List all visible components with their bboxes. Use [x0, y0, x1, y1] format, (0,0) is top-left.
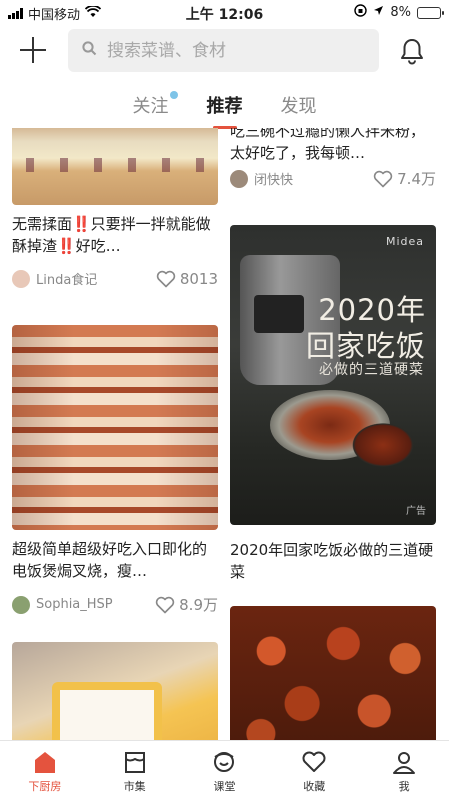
search-input[interactable] — [107, 40, 357, 61]
notification-dot — [169, 91, 178, 99]
nav-class-label: 课堂 — [213, 780, 236, 793]
nav-home[interactable]: 下厨房 — [0, 741, 90, 800]
lock-rotation-icon — [354, 4, 368, 21]
avatar — [230, 169, 248, 188]
avatar — [12, 269, 30, 288]
recipe-card[interactable]: 无需揉面‼️只要拌一拌就能做酥掉渣‼️好吃… Linda食记 8013 — [12, 128, 218, 288]
like-count[interactable]: 8013 — [156, 270, 218, 288]
bottom-nav: 下厨房 市集 课堂 收藏 我 — [0, 740, 449, 800]
recipe-title: 无需揉面‼️只要拌一拌就能做酥掉渣‼️好吃… — [12, 215, 211, 255]
author[interactable]: Sophia_HSP — [12, 595, 113, 614]
nav-market[interactable]: 市集 — [90, 741, 180, 800]
heart-icon — [373, 170, 393, 188]
recipe-title: 吃三碗不过瘾的懒人拌米粉，太好吃了，我每顿… — [230, 128, 426, 162]
like-count-value: 8013 — [179, 269, 218, 288]
recipe-image — [12, 128, 218, 205]
tab-recommended-label: 推荐 — [206, 96, 243, 117]
nav-profile-label: 我 — [398, 780, 410, 793]
recipe-title: 超级简单超级好吃入口即化的电饭煲焗叉烧，瘦… — [12, 540, 208, 580]
recipe-meta: 闭快快 7.4万 — [230, 168, 436, 189]
recipe-image — [12, 325, 218, 530]
search-icon — [82, 41, 97, 60]
heart-icon — [156, 270, 176, 288]
recipe-meta: Sophia_HSP 8.9万 — [12, 594, 218, 615]
market-icon — [122, 749, 148, 775]
nav-profile[interactable]: 我 — [359, 741, 449, 800]
like-count-value: 7.4万 — [397, 170, 436, 188]
nav-favorites-label: 收藏 — [303, 780, 326, 793]
ad-image: Midea 2020年 回家吃饭 必做的三道硬菜 广告 — [230, 225, 436, 525]
battery-percent: 8% — [390, 5, 411, 20]
header — [0, 28, 449, 74]
recipe-image — [230, 606, 436, 740]
dish-image — [348, 420, 418, 470]
ad-tag: 广告 — [406, 506, 426, 517]
tab-following-label: 关注 — [132, 96, 169, 117]
recipe-meta: Linda食记 8013 — [12, 269, 218, 288]
status-right: 8% — [354, 4, 444, 21]
tab-recommended[interactable]: 推荐 — [207, 86, 243, 126]
tab-following[interactable]: 关注 — [132, 86, 178, 126]
add-icon[interactable] — [20, 37, 46, 63]
like-count[interactable]: 7.4万 — [373, 168, 436, 189]
ad-card[interactable]: Midea 2020年 回家吃饭 必做的三道硬菜 广告 2020年回家吃饭必做的… — [230, 225, 436, 583]
heart-icon — [301, 749, 327, 775]
recipe-card[interactable] — [230, 606, 436, 740]
recipe-image — [12, 642, 218, 740]
brand-logo: Midea — [385, 235, 424, 248]
ad-title: 2020年回家吃饭必做的三道硬菜 — [230, 541, 434, 581]
class-icon — [211, 749, 237, 775]
ad-subheadline: 必做的三道硬菜 — [319, 362, 424, 378]
bell-icon[interactable] — [399, 37, 425, 65]
battery-icon — [417, 6, 444, 19]
nav-market-label: 市集 — [123, 780, 146, 793]
recipe-card[interactable]: 吃三碗不过瘾的懒人拌米粉，太好吃了，我每顿… 闭快快 7.4万 — [230, 128, 436, 189]
author-name: Linda食记 — [36, 273, 98, 288]
like-count[interactable]: 8.9万 — [155, 594, 218, 615]
status-bar: 中国移动 上午 12:06 8% — [0, 0, 449, 24]
nav-home-label: 下厨房 — [28, 780, 62, 793]
author[interactable]: 闭快快 — [230, 169, 293, 188]
search-bar[interactable] — [68, 29, 379, 72]
tab-discover-label: 发现 — [280, 96, 317, 117]
nav-favorites[interactable]: 收藏 — [269, 741, 359, 800]
location-icon — [373, 5, 384, 20]
home-icon — [32, 749, 58, 775]
nav-class[interactable]: 课堂 — [180, 741, 270, 800]
tab-bar: 关注 推荐 发现 — [0, 86, 449, 126]
like-count-value: 8.9万 — [179, 596, 218, 614]
avatar — [12, 595, 30, 614]
author-name: 闭快快 — [254, 173, 294, 188]
author[interactable]: Linda食记 — [12, 269, 97, 288]
recipe-feed[interactable]: 无需揉面‼️只要拌一拌就能做酥掉渣‼️好吃… Linda食记 8013 超级简单… — [0, 128, 449, 740]
tab-discover[interactable]: 发现 — [281, 86, 317, 126]
recipe-card[interactable] — [12, 642, 218, 740]
author-name: Sophia_HSP — [36, 597, 113, 612]
profile-icon — [391, 749, 417, 775]
recipe-card[interactable]: 超级简单超级好吃入口即化的电饭煲焗叉烧，瘦… Sophia_HSP 8.9万 — [12, 325, 218, 615]
heart-icon — [155, 596, 175, 614]
